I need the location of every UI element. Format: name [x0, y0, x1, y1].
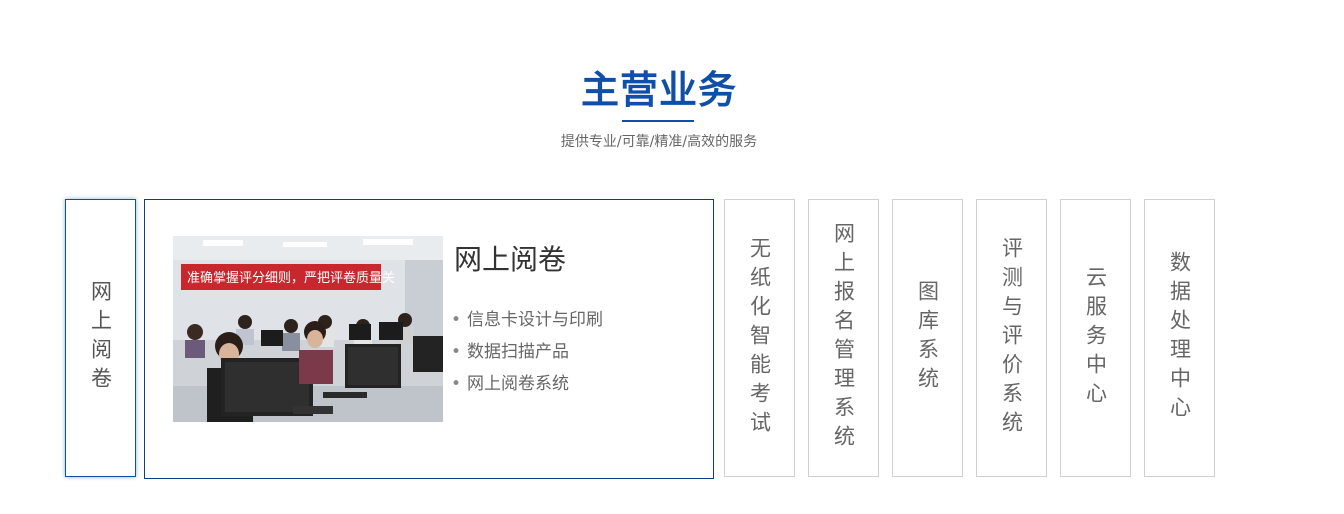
tab-online-registration[interactable]: 网上报名管理系统	[808, 199, 879, 477]
tab-data-processing[interactable]: 数据处理中心	[1144, 199, 1215, 477]
bullet-icon: •	[451, 310, 462, 330]
list-item: • 信息卡设计与印刷	[451, 304, 603, 336]
exam-room-photo: 准确掌握评分细则，严把评卷质量关	[173, 236, 443, 422]
bullet-icon: •	[451, 374, 462, 394]
feature-list: • 信息卡设计与印刷 • 数据扫描产品 • 网上阅卷系统	[451, 304, 603, 400]
tab-assessment-system[interactable]: 评测与评价系统	[976, 199, 1047, 477]
tab-label: 云服务中心	[1083, 265, 1108, 411]
tab-label: 无纸化智能考试	[747, 236, 772, 440]
tab-label: 评测与评价系统	[999, 236, 1024, 440]
panel-heading: 网上阅卷	[454, 243, 567, 276]
section-subtitle: 提供专业/可靠/精准/高效的服务	[560, 134, 758, 150]
tab-cloud-service[interactable]: 云服务中心	[1060, 199, 1131, 477]
tab-label: 网上阅卷	[88, 280, 113, 396]
tab-online-marking[interactable]: 网上阅卷	[65, 199, 136, 477]
tab-paperless-exam[interactable]: 无纸化智能考试	[724, 199, 795, 477]
list-item: • 数据扫描产品	[451, 336, 603, 368]
bullet-icon: •	[451, 342, 462, 362]
banner-text: 准确掌握评分细则，严把评卷质量关	[187, 270, 395, 286]
section-title: 主营业务	[580, 68, 737, 112]
title-underline	[622, 120, 694, 122]
tab-label: 图库系统	[915, 280, 940, 396]
tab-image-library[interactable]: 图库系统	[892, 199, 963, 477]
tab-label: 网上报名管理系统	[831, 222, 856, 454]
tab-content-panel: 准确掌握评分细则，严把评卷质量关 网上阅卷 • 信息卡设计与印刷 • 数据扫描产…	[144, 199, 714, 479]
tab-label: 数据处理中心	[1167, 251, 1192, 425]
main-business-section: 主营业务 提供专业/可靠/精准/高效的服务 网上阅卷 准确掌握评分细则，严把评卷…	[0, 0, 1344, 514]
list-item: • 网上阅卷系统	[451, 368, 603, 400]
